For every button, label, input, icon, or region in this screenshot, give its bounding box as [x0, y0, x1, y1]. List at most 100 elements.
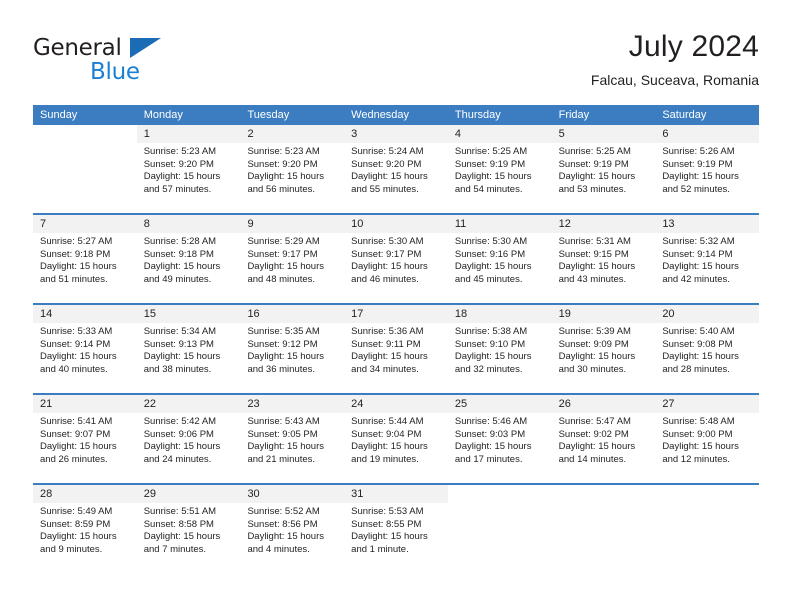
calendar-day-cell[interactable]: 16 Sunrise: 5:35 AM Sunset: 9:12 PM Dayligh…	[240, 305, 345, 393]
sunrise-time: Sunrise: 5:31 AM	[558, 236, 631, 247]
day-number-band: 1	[136, 125, 241, 143]
daylight-duration-line2: and 48 minutes.	[247, 273, 316, 285]
daylight-duration-line2: and 54 minutes.	[454, 183, 523, 195]
sunrise-time: Sunrise: 5:40 AM	[662, 326, 735, 337]
daylight-duration-line2: and 51 minutes.	[40, 273, 108, 285]
daylight-duration-line1: Daylight: 15 hours	[662, 261, 739, 273]
day-number: 13	[662, 218, 675, 230]
daylight-duration-line1: Daylight: 15 hours	[454, 351, 532, 363]
day-number-band: 29	[136, 485, 241, 503]
calendar-day-cell[interactable]: 5 Sunrise: 5:25 AM Sunset: 9:19 PM Daylight…	[551, 125, 656, 213]
day-number-band: 11	[447, 215, 552, 233]
day-number: 7	[40, 218, 47, 230]
calendar-day-cell[interactable]: 13 Sunrise: 5:32 AM Sunset: 9:14 PM Dayligh…	[655, 215, 760, 303]
daylight-duration-line2: and 24 minutes.	[143, 453, 212, 465]
calendar-day-cell[interactable]: 19 Sunrise: 5:39 AM Sunset: 9:09 PM Dayligh…	[551, 305, 656, 393]
sunrise-time: Sunrise: 5:43 AM	[247, 416, 320, 427]
weekday-header-wednesday: Wednesday	[351, 109, 410, 121]
daylight-duration-line1: Daylight: 15 hours	[351, 531, 428, 543]
sunrise-time: Sunrise: 5:25 AM	[558, 146, 631, 157]
calendar-day-cell[interactable]: 4 Sunrise: 5:25 AM Sunset: 9:19 PM Daylight…	[447, 125, 552, 213]
daylight-duration-line2: and 7 minutes.	[143, 543, 207, 555]
calendar-day-cell[interactable]: 17 Sunrise: 5:36 AM Sunset: 9:11 PM Dayligh…	[344, 305, 448, 393]
calendar-week-row: 7 Sunrise: 5:27 AM Sunset: 9:18 PM Daylight…	[33, 213, 760, 303]
daylight-duration-line1: Daylight: 15 hours	[351, 351, 428, 363]
daylight-duration-line1: Daylight: 15 hours	[662, 441, 739, 453]
day-number-band: 14	[33, 305, 137, 323]
daylight-duration-line2: and 32 minutes.	[454, 363, 523, 375]
daylight-duration-line1: Daylight: 15 hours	[40, 441, 117, 453]
calendar-day-cell[interactable]: 14 Sunrise: 5:33 AM Sunset: 9:14 PM Dayligh…	[33, 305, 137, 393]
sunset-time: Sunset: 9:06 PM	[143, 428, 214, 440]
sunrise-time: Sunrise: 5:26 AM	[662, 146, 735, 157]
daylight-duration-line2: and 21 minutes.	[247, 453, 316, 465]
day-details: Sunrise: 5:48 AM Sunset: 9:00 PM Daylight:…	[655, 413, 759, 466]
sunset-time: Sunset: 9:17 PM	[351, 248, 422, 260]
daylight-duration-line2: and 14 minutes.	[558, 453, 627, 465]
calendar-day-cell[interactable]: 10 Sunrise: 5:30 AM Sunset: 9:17 PM Dayligh…	[344, 215, 448, 303]
daylight-duration-line1: Daylight: 15 hours	[454, 261, 532, 273]
sunset-time: Sunset: 9:18 PM	[40, 248, 111, 260]
calendar-day-cell[interactable]: 23 Sunrise: 5:43 AM Sunset: 9:05 PM Dayligh…	[240, 395, 345, 483]
calendar-day-cell[interactable]: 24 Sunrise: 5:44 AM Sunset: 9:04 PM Dayligh…	[344, 395, 448, 483]
sunset-time: Sunset: 9:15 PM	[558, 248, 629, 260]
day-number: 19	[558, 308, 571, 320]
day-details: Sunrise: 5:23 AM Sunset: 9:20 PM Daylight:…	[137, 143, 241, 196]
calendar-day-cell[interactable]: 22 Sunrise: 5:42 AM Sunset: 9:06 PM Dayligh…	[136, 395, 241, 483]
day-number-band: 7	[33, 215, 137, 233]
calendar-grid: Sunday Monday Tuesday Wednesday Thursday…	[33, 105, 760, 573]
calendar-day-cell[interactable]: 12 Sunrise: 5:31 AM Sunset: 9:15 PM Dayligh…	[551, 215, 656, 303]
calendar-day-cell[interactable]: 31 Sunrise: 5:53 AM Sunset: 8:55 PM Dayligh…	[344, 485, 448, 573]
calendar-day-cell[interactable]: 30 Sunrise: 5:52 AM Sunset: 8:56 PM Dayligh…	[240, 485, 345, 573]
calendar-day-cell[interactable]: 26 Sunrise: 5:47 AM Sunset: 9:02 PM Dayligh…	[551, 395, 656, 483]
sunset-time: Sunset: 9:20 PM	[143, 158, 214, 170]
day-number: 9	[247, 218, 254, 230]
calendar-day-cell-empty	[448, 485, 552, 573]
calendar-day-cell[interactable]: 18 Sunrise: 5:38 AM Sunset: 9:10 PM Dayligh…	[447, 305, 552, 393]
sunrise-time: Sunrise: 5:33 AM	[40, 326, 113, 337]
sunrise-time: Sunrise: 5:44 AM	[351, 416, 424, 427]
day-number: 30	[247, 488, 260, 500]
calendar-day-cell[interactable]: 11 Sunrise: 5:30 AM Sunset: 9:16 PM Dayligh…	[447, 215, 552, 303]
calendar-day-cell[interactable]: 7 Sunrise: 5:27 AM Sunset: 9:18 PM Daylight…	[33, 215, 137, 303]
day-number-band: 26	[551, 395, 656, 413]
day-number-band: 5	[551, 125, 656, 143]
daylight-duration-line1: Daylight: 15 hours	[558, 441, 636, 453]
calendar-day-cell[interactable]: 21 Sunrise: 5:41 AM Sunset: 9:07 PM Dayligh…	[33, 395, 137, 483]
sunset-time: Sunset: 9:10 PM	[454, 338, 526, 350]
sunset-time: Sunset: 9:19 PM	[662, 158, 733, 170]
daylight-duration-line2: and 28 minutes.	[662, 363, 730, 375]
calendar-day-cell-empty	[33, 125, 137, 213]
daylight-duration-line2: and 42 minutes.	[662, 273, 730, 285]
sunset-time: Sunset: 9:02 PM	[558, 428, 629, 440]
calendar-day-cell[interactable]: 25 Sunrise: 5:46 AM Sunset: 9:03 PM Dayligh…	[447, 395, 552, 483]
daylight-duration-line1: Daylight: 15 hours	[143, 531, 221, 543]
daylight-duration-line2: and 12 minutes.	[662, 453, 730, 465]
calendar-day-cell[interactable]: 27 Sunrise: 5:48 AM Sunset: 9:00 PM Dayligh…	[655, 395, 760, 483]
calendar-day-cell[interactable]: 3 Sunrise: 5:24 AM Sunset: 9:20 PM Daylight…	[344, 125, 448, 213]
calendar-day-cell[interactable]: 28 Sunrise: 5:49 AM Sunset: 8:59 PM Dayligh…	[33, 485, 137, 573]
calendar-day-cell[interactable]: 9 Sunrise: 5:29 AM Sunset: 9:17 PM Daylight…	[240, 215, 345, 303]
day-number-band: 19	[551, 305, 656, 323]
day-number: 8	[143, 218, 150, 230]
day-number-band: 13	[655, 215, 760, 233]
day-details: Sunrise: 5:43 AM Sunset: 9:05 PM Daylight:…	[240, 413, 344, 466]
daylight-duration-line2: and 17 minutes.	[454, 453, 523, 465]
day-number: 24	[351, 398, 364, 410]
calendar-day-cell[interactable]: 1 Sunrise: 5:23 AM Sunset: 9:20 PM Daylight…	[136, 125, 241, 213]
calendar-day-cell[interactable]: 20 Sunrise: 5:40 AM Sunset: 9:08 PM Dayligh…	[655, 305, 760, 393]
calendar-day-cell[interactable]: 6 Sunrise: 5:26 AM Sunset: 9:19 PM Daylight…	[655, 125, 760, 213]
weekday-header-thursday: Thursday	[454, 109, 501, 121]
day-details: Sunrise: 5:28 AM Sunset: 9:18 PM Daylight:…	[137, 233, 241, 286]
sunset-time: Sunset: 9:20 PM	[247, 158, 318, 170]
day-details: Sunrise: 5:29 AM Sunset: 9:17 PM Daylight:…	[240, 233, 344, 286]
calendar-day-cell[interactable]: 2 Sunrise: 5:23 AM Sunset: 9:20 PM Daylight…	[240, 125, 345, 213]
page-title: July 2024	[628, 30, 759, 63]
day-number-band: 12	[551, 215, 656, 233]
day-number: 25	[454, 398, 468, 410]
sunset-time: Sunset: 9:08 PM	[662, 338, 733, 350]
calendar-day-cell[interactable]: 29 Sunrise: 5:51 AM Sunset: 8:58 PM Dayligh…	[136, 485, 241, 573]
calendar-page: General Blue July 2024 Falcau, Suceava, …	[0, 0, 792, 612]
calendar-day-cell[interactable]: 15 Sunrise: 5:34 AM Sunset: 9:13 PM Dayligh…	[136, 305, 241, 393]
calendar-day-cell[interactable]: 8 Sunrise: 5:28 AM Sunset: 9:18 PM Daylight…	[136, 215, 241, 303]
